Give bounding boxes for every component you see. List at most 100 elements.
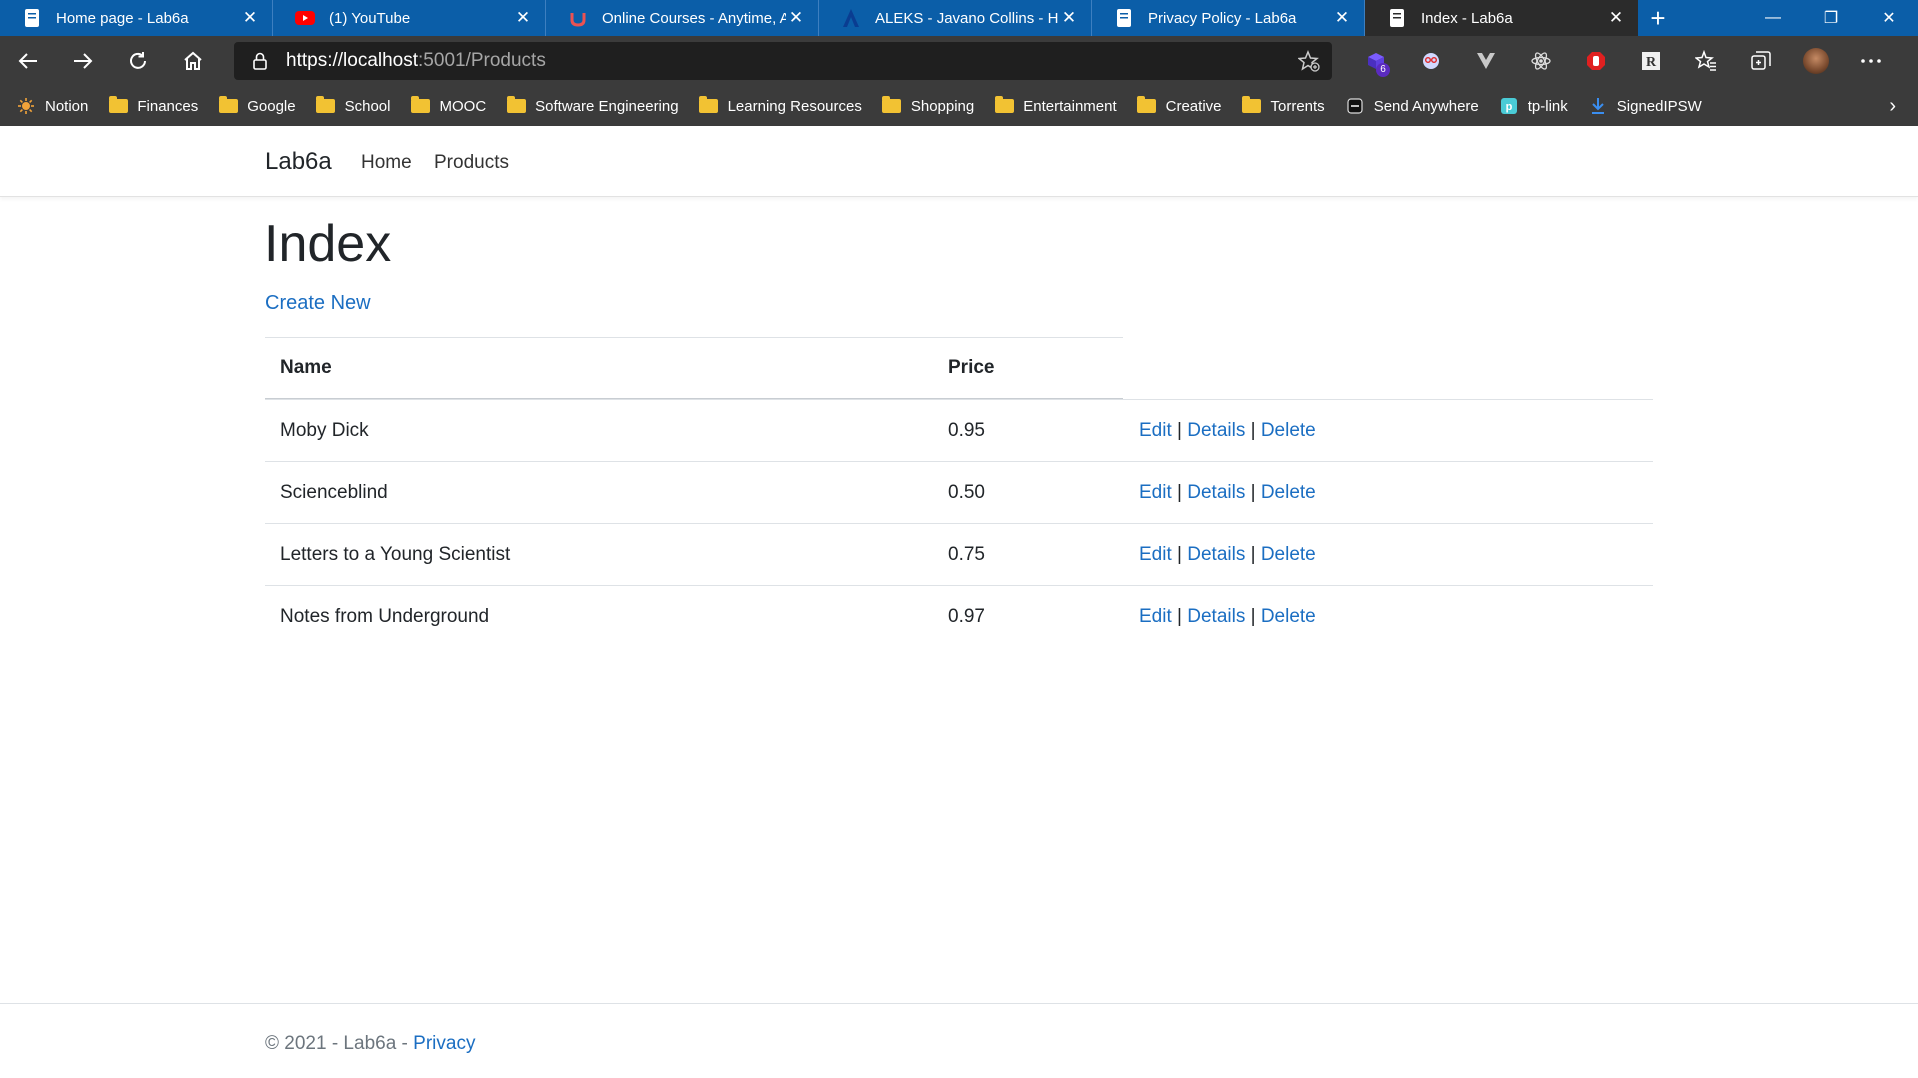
tab-title: Privacy Policy - Lab6a [1148,9,1297,27]
browser-tab[interactable]: (1) YouTube ✕ [273,0,546,36]
tab-strip: Home page - Lab6a ✕ (1) YouTube ✕ Online… [0,0,1918,36]
close-icon[interactable]: ✕ [1332,8,1352,28]
bookmark-send-anywhere[interactable]: Send Anywhere [1345,98,1479,115]
action-separator: | [1250,606,1256,627]
close-icon[interactable]: ✕ [513,8,533,28]
bookmark-shopping[interactable]: Shopping [882,96,975,115]
details-link[interactable]: Details [1187,420,1245,441]
bookmark-entertainment[interactable]: Entertainment [994,96,1117,115]
action-separator: | [1250,420,1256,441]
folder-icon [218,96,238,114]
action-separator: | [1250,482,1256,503]
extensions-row: 6 R [1348,36,1898,86]
bookmark-creative[interactable]: Creative [1137,96,1222,115]
tab-title: ALEKS - Javano Collins - Hon [875,9,1059,27]
tab-title: (1) YouTube [329,9,411,27]
close-icon[interactable]: ✕ [1059,8,1079,28]
collections-icon[interactable] [1733,36,1788,86]
close-icon[interactable]: ✕ [240,8,260,28]
extension-vue-icon[interactable] [1458,36,1513,86]
action-separator: | [1250,544,1256,565]
close-icon[interactable]: ✕ [1606,8,1626,28]
details-link[interactable]: Details [1187,606,1245,627]
extension-r-icon[interactable]: R [1623,36,1678,86]
details-link[interactable]: Details [1187,482,1245,503]
lock-icon[interactable] [252,51,272,71]
table-row: Notes from Underground 0.97 Edit | Details… [265,585,1653,647]
bookmark-school[interactable]: School [316,96,390,115]
details-link[interactable]: Details [1187,544,1245,565]
bookmark-label: SignedIPSW [1616,97,1702,115]
profile-avatar[interactable] [1788,36,1843,86]
extension-adblock-icon[interactable] [1568,36,1623,86]
back-button[interactable] [0,36,55,86]
edit-link[interactable]: Edit [1139,544,1172,565]
address-bar[interactable]: https://localhost:5001/Products [234,42,1332,80]
privacy-link[interactable]: Privacy [413,1033,475,1054]
browser-tab-active[interactable]: Index - Lab6a ✕ [1365,0,1638,36]
more-menu-icon[interactable] [1843,36,1898,86]
bookmark-software-engineering[interactable]: Software Engineering [506,96,679,115]
refresh-icon [129,52,146,69]
arrow-left-icon [18,53,37,69]
close-icon[interactable]: ✕ [786,8,806,28]
row-actions: Edit | Details | Delete [1139,482,1316,504]
action-separator: | [1177,420,1182,441]
product-price: 0.95 [948,420,985,441]
edit-link[interactable]: Edit [1139,606,1172,627]
bookmark-notion[interactable]: Notion [16,98,88,115]
forward-button[interactable] [55,36,110,86]
add-favorite-icon[interactable] [1298,50,1320,72]
edit-link[interactable]: Edit [1139,420,1172,441]
url-path: :5001/Products [418,50,546,71]
delete-link[interactable]: Delete [1261,420,1316,441]
refresh-button[interactable] [110,36,165,86]
bookmark-learning-resources[interactable]: Learning Resources [699,96,862,115]
bookmark-mooc[interactable]: MOOC [410,96,486,115]
folder-icon [699,96,719,114]
new-tab-button[interactable]: + [1638,0,1678,36]
extension-cube-icon[interactable]: 6 [1348,36,1403,86]
chevron-right-icon[interactable]: › [1889,95,1896,118]
bookmark-tp-link[interactable]: p tp-link [1499,98,1568,115]
browser-tab[interactable]: Online Courses - Anytime, Ar ✕ [546,0,819,36]
delete-link[interactable]: Delete [1261,482,1316,503]
create-new-link[interactable]: Create New [265,292,371,315]
close-window-icon[interactable]: ✕ [1860,0,1918,36]
extension-react-icon[interactable] [1513,36,1568,86]
extension-glasses-icon[interactable] [1403,36,1458,86]
url-host: https://localhost [286,50,419,71]
copyright-text: © 2021 - Lab6a - [265,1033,414,1054]
restore-icon[interactable]: ❐ [1802,0,1860,36]
nav-link-products[interactable]: Products [434,152,509,174]
bookmark-finances[interactable]: Finances [108,96,199,115]
browser-tab[interactable]: Home page - Lab6a ✕ [0,0,273,36]
bookmark-label: Send Anywhere [1373,97,1479,115]
page-icon [1387,8,1407,28]
bookmark-signedipsw[interactable]: SignedIPSW [1588,98,1702,115]
home-button[interactable] [165,36,220,86]
browser-tab[interactable]: ALEKS - Javano Collins - Hon ✕ [819,0,1092,36]
tplink-icon: p [1499,98,1519,114]
bookmark-label: Shopping [910,97,975,115]
bookmark-google[interactable]: Google [218,96,296,115]
page-icon [22,8,42,28]
table-body: Moby Dick 0.95 Edit | Details | Delete Scie… [265,399,1653,647]
bookmark-torrents[interactable]: Torrents [1242,96,1325,115]
home-icon [183,51,202,70]
send-anywhere-icon [1345,98,1365,114]
header-divider [265,337,1123,338]
minimize-icon[interactable]: — [1744,0,1802,36]
nav-link-home[interactable]: Home [361,152,412,174]
folder-icon [1137,96,1157,114]
bookmark-label: Finances [137,97,199,115]
favorites-icon[interactable] [1678,36,1733,86]
edit-link[interactable]: Edit [1139,482,1172,503]
site-navbar: Lab6a Home Products [0,126,1918,197]
site-brand[interactable]: Lab6a [265,148,332,176]
udemy-icon [568,8,588,28]
browser-tab[interactable]: Privacy Policy - Lab6a ✕ [1092,0,1365,36]
folder-icon [882,96,902,114]
delete-link[interactable]: Delete [1261,606,1316,627]
delete-link[interactable]: Delete [1261,544,1316,565]
